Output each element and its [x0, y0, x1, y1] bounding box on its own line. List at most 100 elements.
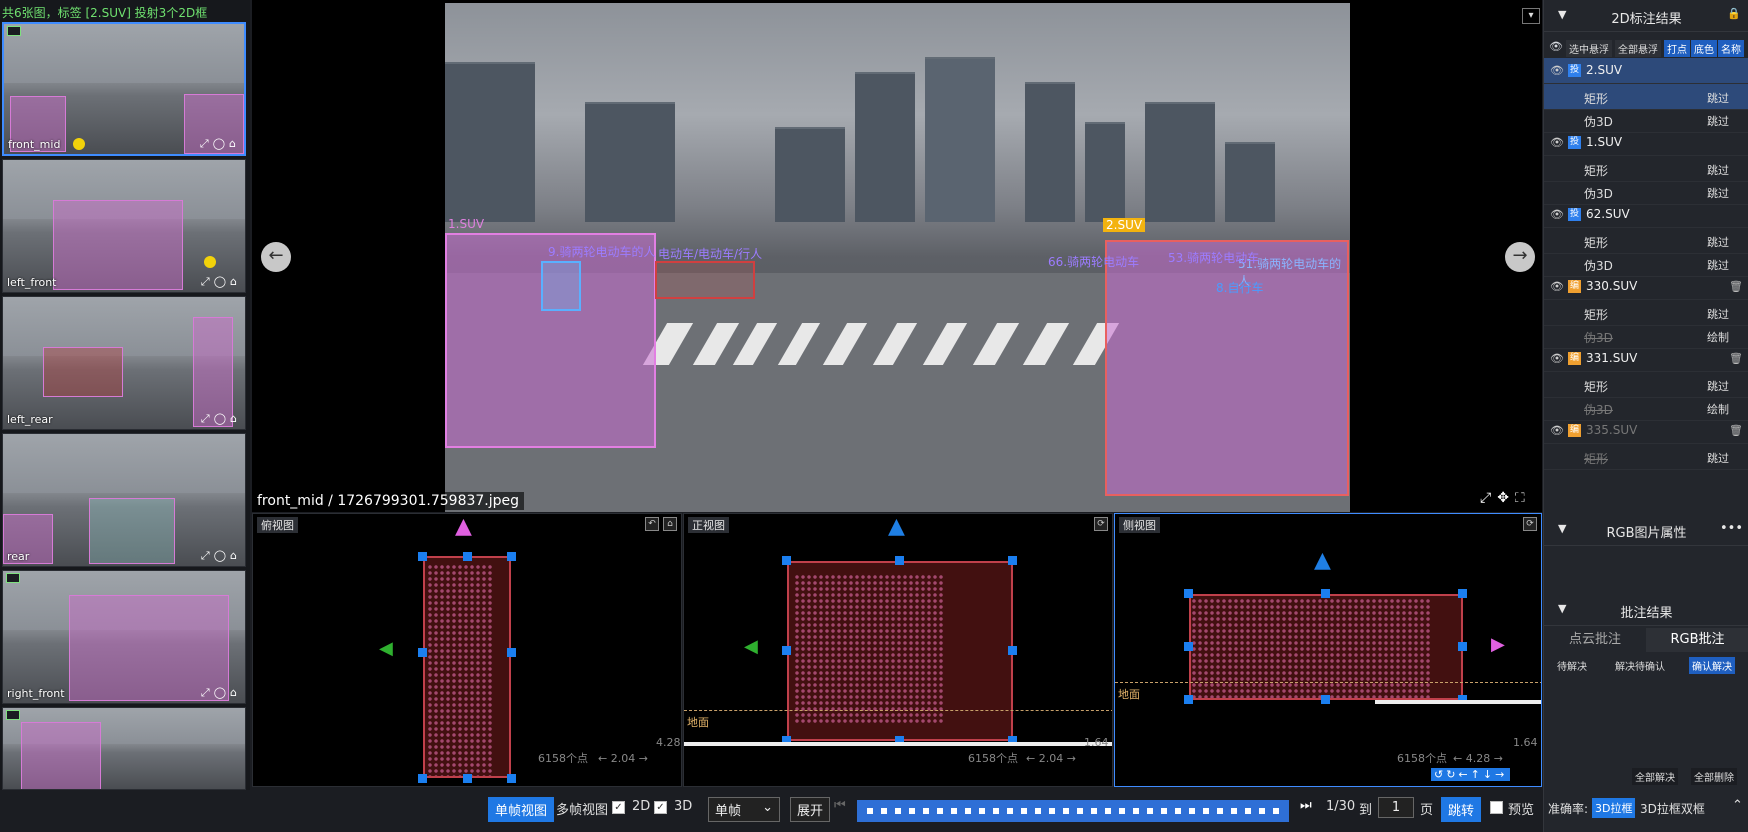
- cuboid-top[interactable]: [423, 556, 511, 778]
- frame-tick[interactable]: [979, 808, 985, 814]
- bbox-rider[interactable]: [541, 261, 581, 311]
- frame-tick[interactable]: [1105, 808, 1111, 814]
- arrow-right-icon[interactable]: ▶: [1491, 634, 1505, 655]
- shape-action[interactable]: 跳过: [1707, 234, 1729, 250]
- frame-tick[interactable]: [867, 808, 873, 814]
- eye-icon[interactable]: 👁: [1550, 136, 1564, 149]
- cuboid-front[interactable]: [787, 561, 1013, 741]
- bbox-car[interactable]: [655, 261, 755, 299]
- annotation-item[interactable]: 👁 投 62.SUV: [1544, 202, 1748, 228]
- jump-button[interactable]: 跳转: [1441, 797, 1482, 822]
- mode-3d-double-box[interactable]: 3D拉框双框: [1640, 800, 1705, 817]
- cuboid-side[interactable]: [1189, 594, 1463, 700]
- thumbnail-right-front[interactable]: right_front ⤢◯⌂: [2, 570, 246, 704]
- filter-confirmed[interactable]: 确认解决: [1689, 657, 1735, 674]
- frame-tick[interactable]: [1273, 808, 1279, 814]
- frame-tick[interactable]: [1091, 808, 1097, 814]
- arrow-left-icon[interactable]: ◀: [744, 636, 758, 657]
- eye-icon[interactable]: 👁: [1550, 208, 1564, 221]
- arrow-left-icon[interactable]: ◀: [379, 638, 393, 659]
- frame-tick[interactable]: [1035, 808, 1041, 814]
- thumbnail-rear[interactable]: rear ⤢◯⌂: [2, 433, 246, 567]
- page-input[interactable]: 1: [1378, 797, 1414, 818]
- tab-cloud-review[interactable]: 点云批注: [1544, 628, 1646, 652]
- undo-icon[interactable]: ↶: [645, 517, 659, 531]
- thumbnail-left-front[interactable]: left_front ⤢◯⌂: [2, 159, 246, 293]
- trash-icon[interactable]: 🗑: [1729, 424, 1743, 437]
- next-image-button[interactable]: →: [1505, 242, 1535, 272]
- frame-timeline[interactable]: [857, 800, 1289, 822]
- frame-tick[interactable]: [951, 808, 957, 814]
- filter-to-confirm[interactable]: 解决待确认: [1612, 657, 1668, 674]
- shape-action[interactable]: 绘制: [1707, 329, 1729, 345]
- thumbnail-front-mid[interactable]: front_mid ⤢◯⌂: [2, 22, 246, 156]
- single-view-button[interactable]: 单帧视图: [488, 797, 555, 822]
- delete-all-button[interactable]: 全部删除: [1691, 768, 1737, 785]
- frame-tick[interactable]: [1245, 808, 1251, 814]
- frame-tick[interactable]: [1133, 808, 1139, 814]
- thumbnail-right-rear[interactable]: [2, 707, 246, 790]
- camera-image[interactable]: 1.SUV 2.SUV 9.骑两轮电动车的人 电动车/电动车/行人 66.骑两轮…: [445, 3, 1350, 512]
- frame-tick[interactable]: [1049, 808, 1055, 814]
- annotation-item[interactable]: 👁 编 331.SUV 🗑: [1544, 346, 1748, 372]
- toolbar-hover-all[interactable]: 全部悬浮: [1615, 40, 1661, 57]
- trash-icon[interactable]: 🗑: [1729, 352, 1743, 365]
- arrow-up-icon[interactable]: ▲: [888, 514, 905, 539]
- rotate-move-controls[interactable]: ↺↻←↑↓→: [1431, 768, 1511, 781]
- more-icon[interactable]: •••: [1720, 521, 1743, 536]
- eye-icon[interactable]: 👁: [1549, 40, 1563, 53]
- frame-tick[interactable]: [881, 808, 887, 814]
- frame-tick[interactable]: [1021, 808, 1027, 814]
- prev-image-button[interactable]: ←: [261, 242, 291, 272]
- shape-action[interactable]: 跳过: [1707, 113, 1729, 129]
- arrow-up-icon[interactable]: ▲: [455, 514, 472, 539]
- reset-icon[interactable]: ⌂: [663, 517, 677, 531]
- first-frame-icon[interactable]: ⏮: [834, 798, 846, 813]
- annotation-item[interactable]: 👁 编 330.SUV 🗑: [1544, 274, 1748, 300]
- annotation-item[interactable]: 👁 投 2.SUV: [1544, 58, 1748, 84]
- chevron-down-icon[interactable]: ▾: [1522, 8, 1540, 24]
- front-view-panel[interactable]: 正视图 ⟳ ▲ ◀ 地面 6158个点 ← 2.04 → 1.64: [683, 513, 1113, 787]
- frame-tick[interactable]: [993, 808, 999, 814]
- toolbar-points[interactable]: 打点: [1664, 40, 1690, 57]
- thumbnail-tools[interactable]: ⤢◯⌂: [200, 137, 240, 151]
- frame-tick[interactable]: [1161, 808, 1167, 814]
- mode-3d-box[interactable]: 3D拉框: [1592, 798, 1636, 818]
- frame-tick[interactable]: [1203, 808, 1209, 814]
- reset-icon[interactable]: ⟳: [1523, 517, 1537, 531]
- thumbnail-left-rear[interactable]: left_rear ⤢◯⌂: [2, 296, 246, 430]
- eye-icon[interactable]: 👁: [1550, 64, 1564, 77]
- toolbar-hover-selected[interactable]: 选中悬浮: [1566, 40, 1612, 57]
- frame-tick[interactable]: [909, 808, 915, 814]
- eye-icon[interactable]: 👁: [1550, 424, 1564, 437]
- shape-action[interactable]: 跳过: [1707, 306, 1729, 322]
- frame-tick[interactable]: [1189, 808, 1195, 814]
- review-section-header[interactable]: ▼ 批注结果: [1544, 594, 1748, 626]
- frame-tick[interactable]: [1217, 808, 1223, 814]
- frame-tick[interactable]: [923, 808, 929, 814]
- lock-icon[interactable]: 🔒: [1727, 7, 1741, 20]
- preview-checkbox[interactable]: [1490, 801, 1503, 814]
- thumbnail-tools[interactable]: ⤢◯⌂: [201, 412, 241, 426]
- frame-tick[interactable]: [895, 808, 901, 814]
- frame-tick[interactable]: [1259, 808, 1265, 814]
- toolbar-fill[interactable]: 底色: [1691, 40, 1717, 57]
- eye-icon[interactable]: 👁: [1550, 352, 1564, 365]
- thumbnail-tools[interactable]: ⤢◯⌂: [201, 549, 241, 563]
- checkbox-3d[interactable]: ✓: [654, 801, 667, 814]
- arrow-up-icon[interactable]: ▲: [1314, 548, 1331, 573]
- checkbox-2d[interactable]: ✓: [612, 801, 625, 814]
- frame-tick[interactable]: [1231, 808, 1237, 814]
- image-tools[interactable]: ⤢✥⛶: [1480, 490, 1531, 506]
- annotation-item[interactable]: 👁 投 1.SUV: [1544, 130, 1748, 156]
- thumbnail-tools[interactable]: ⤢◯⌂: [201, 275, 241, 289]
- shape-action[interactable]: 跳过: [1707, 257, 1729, 273]
- frame-tick[interactable]: [1119, 808, 1125, 814]
- reset-icon[interactable]: ⟳: [1094, 517, 1108, 531]
- multi-view-button[interactable]: 多帧视图: [556, 799, 608, 818]
- last-frame-icon[interactable]: ⏭: [1300, 798, 1312, 813]
- frame-tick[interactable]: [937, 808, 943, 814]
- filter-pending[interactable]: 待解决: [1554, 657, 1590, 674]
- frame-tick[interactable]: [1063, 808, 1069, 814]
- eye-icon[interactable]: 👁: [1550, 280, 1564, 293]
